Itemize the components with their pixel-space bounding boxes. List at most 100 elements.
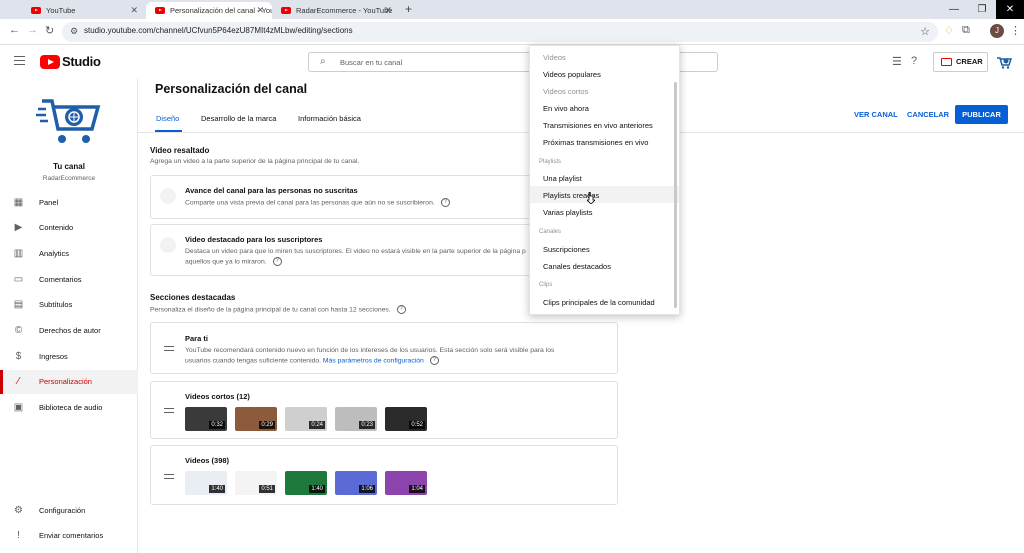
dropdown-scrollbar[interactable] bbox=[674, 82, 677, 308]
sidebar-item-subtitulos[interactable]: ▤ Subtítulos bbox=[0, 293, 138, 317]
address-bar: ← → ↻ ⚙ studio.youtube.com/channel/UCfvu… bbox=[0, 19, 1024, 45]
help-icon[interactable]: ? bbox=[911, 55, 917, 67]
card-text: aquellos que ya lo miraron.? bbox=[185, 257, 535, 267]
menu-item-proximas-transmisiones[interactable]: Próximas transmisiones en vivo bbox=[543, 138, 648, 147]
help-icon[interactable]: ? bbox=[272, 257, 282, 266]
sidebar-item-label: Comentarios bbox=[39, 275, 82, 284]
channel-avatar[interactable] bbox=[36, 95, 102, 147]
help-icon[interactable]: ? bbox=[396, 305, 406, 314]
sidebar-item-personalizacion[interactable]: ⁄ Personalización bbox=[0, 370, 138, 394]
sidebar-item-enviar-comentarios[interactable]: ! Enviar comentarios bbox=[0, 524, 138, 548]
view-channel-button[interactable]: VER CANAL bbox=[854, 110, 898, 119]
video-camera-icon bbox=[941, 58, 952, 66]
browser-tab-personalizacion[interactable]: Personalización del canal - YouTu ✕ bbox=[146, 2, 272, 19]
create-button[interactable]: CREAR bbox=[933, 52, 988, 72]
video-thumbnail[interactable]: 1:40 bbox=[185, 471, 227, 495]
close-tab-icon[interactable]: ✕ bbox=[384, 2, 392, 19]
section-title: Videos cortos (12) bbox=[185, 392, 250, 401]
card-title: Video destacado para los suscriptores bbox=[185, 235, 323, 244]
menu-item-en-vivo[interactable]: En vivo ahora bbox=[543, 104, 589, 113]
browser-profile-avatar[interactable]: J bbox=[990, 24, 1004, 38]
menu-item-videos-populares[interactable]: Videos populares bbox=[543, 70, 601, 79]
sidebar-item-ingresos[interactable]: $ Ingresos bbox=[0, 345, 138, 369]
site-info-icon[interactable]: ⚙ bbox=[70, 26, 78, 37]
card-title: Avance del canal para las personas no su… bbox=[185, 186, 358, 195]
video-thumbnail[interactable]: 0:23 bbox=[335, 407, 377, 431]
help-icon[interactable]: ? bbox=[440, 198, 450, 207]
section-videos[interactable]: Videos (398) 1:40 0:51 1:40 1:06 1:04 bbox=[150, 445, 618, 505]
video-duration: 0:51 bbox=[259, 485, 275, 493]
more-settings-link[interactable]: Más parámetros de configuración bbox=[323, 357, 424, 364]
browser-menu-icon[interactable]: ⋮ bbox=[1010, 24, 1021, 37]
forward-icon[interactable]: → bbox=[27, 24, 38, 36]
tab-informacion-basica[interactable]: Información básica bbox=[298, 114, 361, 123]
sidebar-item-derechos[interactable]: © Derechos de autor bbox=[0, 319, 138, 343]
youtube-favicon-icon bbox=[31, 7, 41, 14]
menu-item-una-playlist[interactable]: Una playlist bbox=[543, 174, 582, 183]
close-tab-icon[interactable]: ✕ bbox=[130, 2, 138, 19]
video-duration: 1:06 bbox=[359, 485, 375, 493]
audio-library-icon: ▣ bbox=[13, 402, 24, 413]
video-duration: 1:40 bbox=[309, 485, 325, 493]
page-title: Personalización del canal bbox=[155, 82, 308, 96]
extension-icon[interactable]: ♢ bbox=[944, 24, 954, 37]
video-thumbnail[interactable]: 1:40 bbox=[285, 471, 327, 495]
sidebar-item-label: Panel bbox=[39, 198, 59, 207]
sidebar-item-label: Subtítulos bbox=[39, 300, 73, 309]
close-window-icon[interactable]: ✕ bbox=[996, 0, 1024, 19]
drag-handle-icon[interactable] bbox=[164, 408, 174, 413]
minimize-icon[interactable]: — bbox=[940, 0, 968, 19]
section-para-ti[interactable]: Para ti YouTube recomendará contenido nu… bbox=[150, 322, 618, 374]
bookmark-star-icon[interactable]: ☆ bbox=[920, 25, 930, 38]
sidebar-item-panel[interactable]: ▦ Panel bbox=[0, 191, 138, 215]
cancel-button[interactable]: CANCELAR bbox=[907, 110, 949, 119]
back-icon[interactable]: ← bbox=[9, 24, 20, 36]
sidebar-item-comentarios[interactable]: ▭ Comentarios bbox=[0, 268, 138, 292]
video-thumbnail[interactable]: 0:52 bbox=[385, 407, 427, 431]
video-thumbnail[interactable]: 0:24 bbox=[285, 407, 327, 431]
youtube-logo-icon[interactable] bbox=[40, 55, 60, 69]
drag-handle-icon[interactable] bbox=[164, 474, 174, 479]
video-thumbnail[interactable]: 0:29 bbox=[235, 407, 277, 431]
menu-item-canales-destacados[interactable]: Canales destacados bbox=[543, 262, 611, 271]
sidebar-item-label: Analytics bbox=[39, 249, 70, 258]
video-thumbnail[interactable]: 1:04 bbox=[385, 471, 427, 495]
new-tab-icon[interactable]: + bbox=[405, 2, 412, 16]
video-thumbnail[interactable]: 1:06 bbox=[335, 471, 377, 495]
drag-handle-icon[interactable] bbox=[164, 346, 174, 351]
subtitles-icon: ▤ bbox=[13, 299, 24, 310]
account-avatar[interactable] bbox=[996, 54, 1012, 70]
studio-header: Studio ⌕ Buscar en tu canal ☰ ? CREAR bbox=[0, 45, 1024, 79]
menu-item-suscripciones[interactable]: Suscripciones bbox=[543, 245, 590, 254]
trailer-icon bbox=[160, 188, 176, 204]
menu-item-clips-comunidad[interactable]: Clips principales de la comunidad bbox=[543, 298, 655, 307]
video-thumbnail[interactable]: 0:51 bbox=[235, 471, 277, 495]
tab-diseno[interactable]: Diseño bbox=[156, 114, 179, 123]
reload-icon[interactable]: ↻ bbox=[45, 24, 54, 37]
menu-item-varias-playlists[interactable]: Varias playlists bbox=[543, 208, 592, 217]
video-thumbnail[interactable]: 0:32 bbox=[185, 407, 227, 431]
publish-button[interactable]: PUBLICAR bbox=[955, 105, 1008, 124]
sidebar-item-biblioteca[interactable]: ▣ Biblioteca de audio bbox=[0, 396, 138, 420]
studio-logo-text[interactable]: Studio bbox=[62, 54, 101, 69]
tab-desarrollo-marca[interactable]: Desarrollo de la marca bbox=[201, 114, 276, 123]
menu-item-transmisiones-anteriores[interactable]: Transmisiones en vivo anteriores bbox=[543, 121, 653, 130]
hamburger-menu-icon[interactable] bbox=[14, 56, 25, 65]
card-text-content: aquellos que ya lo miraron. bbox=[185, 258, 267, 266]
restore-icon[interactable]: ❐ bbox=[968, 0, 996, 19]
comment-icon: ▭ bbox=[13, 274, 24, 285]
magic-wand-icon: ⁄ bbox=[17, 376, 20, 387]
extensions-puzzle-icon[interactable]: ⧉ bbox=[962, 24, 970, 37]
help-icon[interactable]: ? bbox=[429, 356, 439, 365]
section-videos-cortos[interactable]: Videos cortos (12) 0:32 0:29 0:24 0:23 0:52 bbox=[150, 381, 618, 439]
sidebar-item-contenido[interactable]: ▶ Contenido bbox=[0, 216, 138, 240]
sidebar-item-analytics[interactable]: ▥ Analytics bbox=[0, 242, 138, 266]
sidebar-item-configuracion[interactable]: ⚙ Configuración bbox=[0, 499, 138, 523]
close-tab-icon[interactable]: ✕ bbox=[256, 2, 264, 19]
browser-tab-radarecommerce[interactable]: RadarEcommerce - YouTube ✕ bbox=[272, 2, 400, 19]
featured-video-icon bbox=[160, 237, 176, 253]
browser-tab-youtube[interactable]: YouTube ✕ bbox=[22, 2, 146, 19]
url-text: studio.youtube.com/channel/UCfvun5P64ezU… bbox=[84, 26, 353, 35]
messages-icon[interactable]: ☰ bbox=[892, 55, 902, 68]
url-field[interactable]: ⚙ studio.youtube.com/channel/UCfvun5P64e… bbox=[62, 22, 938, 42]
